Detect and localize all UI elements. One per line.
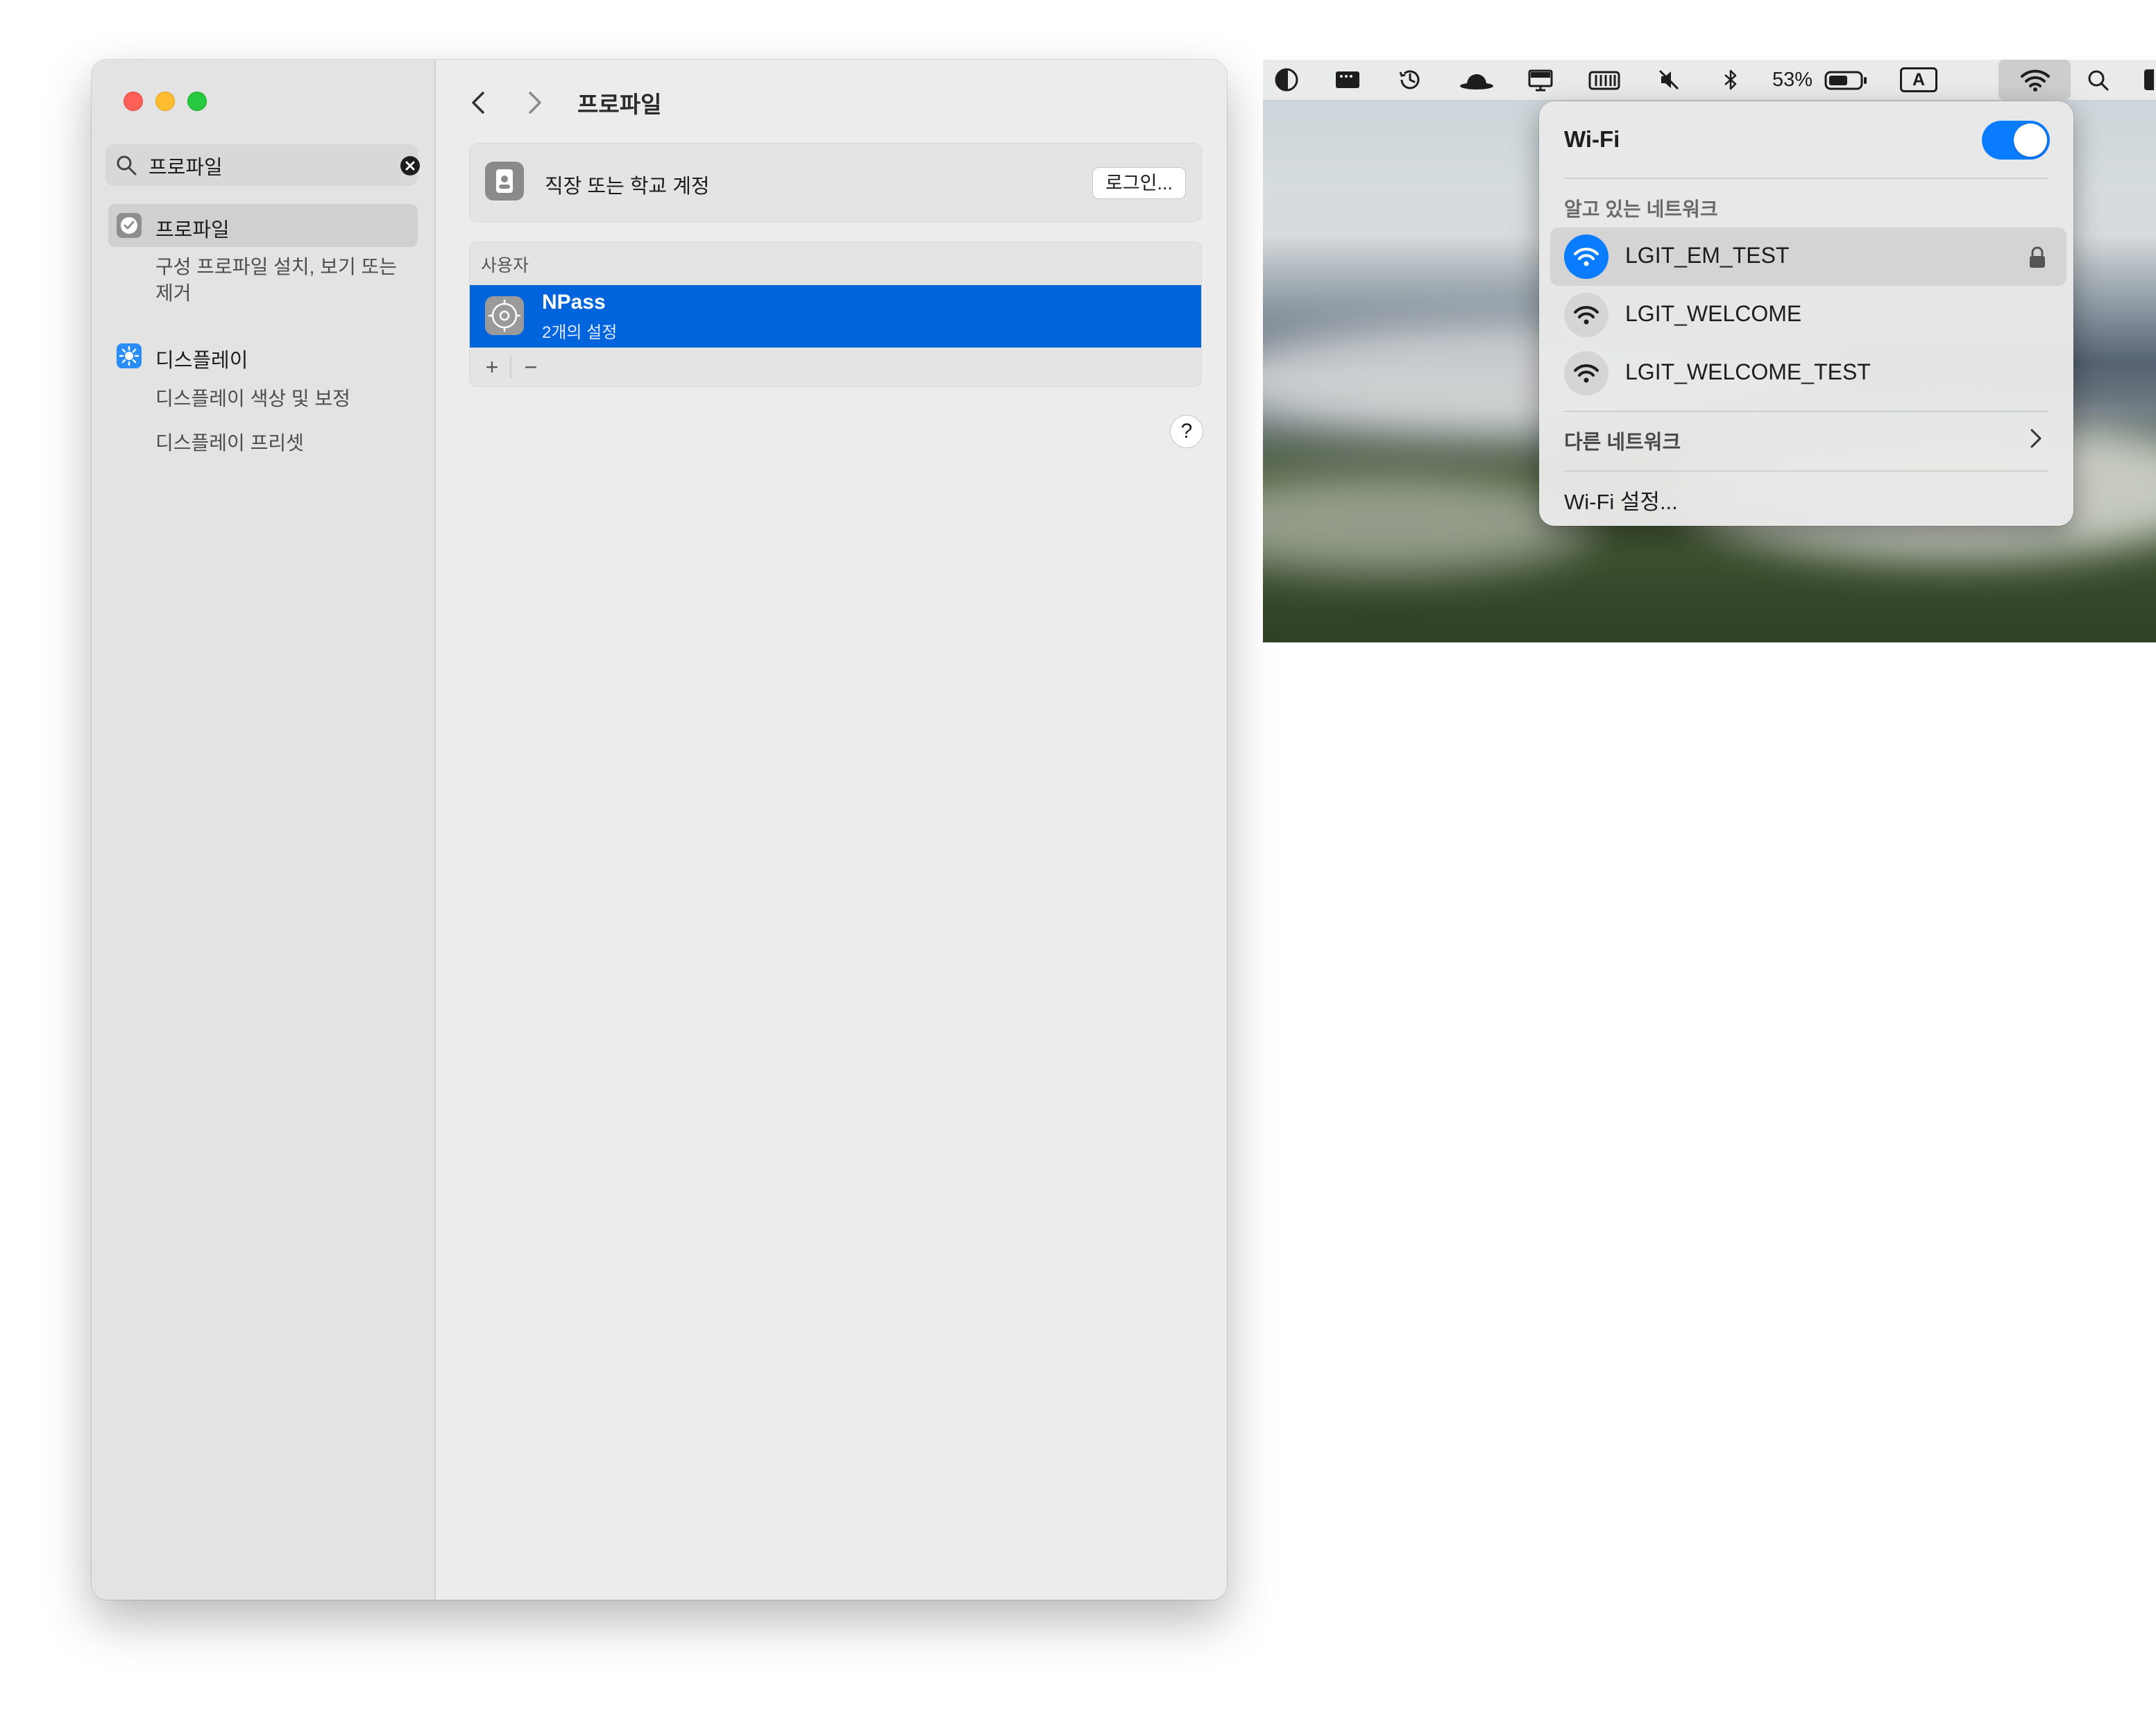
battery-icon[interactable]	[1824, 67, 1868, 93]
time-machine-icon[interactable]	[1396, 67, 1424, 93]
page-title: 프로파일	[577, 92, 662, 117]
gear-icon	[485, 296, 524, 335]
search-input[interactable]	[147, 151, 372, 180]
sidebar-subitem-display-presets[interactable]: 디스플레이 프리셋	[155, 430, 412, 456]
known-networks-header: 알고 있는 네트워크	[1564, 198, 1718, 220]
divider	[1564, 470, 2048, 472]
memory-icon[interactable]	[1588, 67, 1621, 93]
sidebar-item-label: 프로파일	[155, 219, 230, 241]
main-pane: 프로파일 직장 또는 학교 계정 로그인... 사용자 NPass 2개의 설정…	[436, 60, 1227, 1600]
work-school-account-card: 직장 또는 학교 계정 로그인...	[469, 143, 1202, 222]
divider	[1564, 178, 2048, 179]
section-header: 사용자	[470, 242, 1201, 285]
wifi-icon[interactable]	[2019, 67, 2051, 93]
search-icon	[117, 155, 137, 176]
profile-row[interactable]: NPass 2개의 설정	[470, 285, 1201, 348]
help-button[interactable]: ?	[1170, 415, 1203, 448]
network-row-lgit-welcome-test[interactable]: LGIT_WELCOME_TEST	[1550, 344, 2066, 402]
section-header-label: 사용자	[481, 256, 529, 275]
display-icon[interactable]	[1527, 67, 1554, 93]
sidebar-item-label: 디스플레이	[155, 350, 248, 372]
mute-icon[interactable]	[1656, 67, 1683, 93]
network-name: LGIT_WELCOME	[1625, 301, 1802, 326]
chevron-right-icon	[2030, 429, 2042, 448]
toggle-knob	[2014, 123, 2047, 157]
sidebar-subitem-profiles-manage[interactable]: 구성 프로파일 설치, 보기 또는 제거	[155, 254, 412, 307]
wifi-signal-icon	[1564, 234, 1608, 279]
wifi-signal-icon	[1564, 351, 1608, 395]
sidebar-subitem-display-color[interactable]: 디스플레이 색상 및 보정	[155, 386, 412, 412]
wifi-menu-title: Wi-Fi	[1564, 126, 1620, 152]
lock-icon	[2030, 246, 2045, 268]
users-profile-list: 사용자 NPass 2개의 설정 + −	[469, 241, 1202, 387]
divider	[510, 356, 511, 378]
minimize-window-button[interactable]	[155, 92, 175, 111]
control-center-icon[interactable]	[2144, 69, 2154, 90]
network-row-lgit-welcome[interactable]: LGIT_WELCOME	[1550, 286, 2066, 344]
wifi-settings-item[interactable]: Wi-Fi 설정...	[1564, 484, 1678, 515]
other-networks-item[interactable]: 다른 네트워크	[1564, 426, 1681, 455]
contrast-icon[interactable]	[1273, 67, 1300, 93]
divider	[1564, 411, 2048, 412]
settings-window: 프로파일 구성 프로파일 설치, 보기 또는 제거 디스플레이	[92, 60, 1227, 1600]
forward-button[interactable]	[519, 87, 550, 118]
back-button[interactable]	[464, 87, 494, 118]
profile-name: NPass	[542, 291, 606, 314]
add-profile-button[interactable]: +	[478, 353, 506, 381]
close-window-button[interactable]	[124, 92, 143, 111]
sidebar-subitem-label: 제거	[155, 282, 192, 304]
sidebar: 프로파일 구성 프로파일 설치, 보기 또는 제거 디스플레이	[92, 60, 436, 1600]
network-name: LGIT_EM_TEST	[1625, 243, 1790, 268]
network-name: LGIT_WELCOME_TEST	[1625, 359, 1871, 384]
sidebar-item-displays[interactable]: 디스플레이	[108, 334, 418, 377]
sun-icon	[117, 343, 142, 368]
input-source-icon[interactable]: A	[1900, 67, 1937, 92]
clear-search-icon[interactable]	[400, 155, 421, 176]
wifi-signal-icon	[1564, 293, 1608, 337]
screen-capture-icon[interactable]	[1334, 67, 1361, 93]
battery-percentage[interactable]: 53%	[1772, 69, 1813, 92]
search-field[interactable]	[105, 144, 421, 186]
list-footer: + −	[470, 348, 1201, 386]
bluetooth-icon[interactable]	[1717, 67, 1745, 93]
zoom-window-button[interactable]	[187, 92, 207, 111]
wifi-dropdown-menu: Wi-Fi 알고 있는 네트워크 LGIT_EM_TEST LGIT_WELCO	[1539, 101, 2073, 526]
profile-settings-count: 2개의 설정	[542, 323, 618, 342]
remove-profile-button[interactable]: −	[517, 353, 545, 381]
network-row-lgit-em-test[interactable]: LGIT_EM_TEST	[1550, 228, 2066, 286]
id-badge-icon	[485, 162, 524, 200]
profile-badge-icon	[117, 213, 142, 238]
sidebar-subitem-label: 구성 프로파일 설치, 보기 또는	[155, 256, 398, 277]
sidebar-item-profiles[interactable]: 프로파일	[108, 204, 418, 247]
login-button[interactable]: 로그인...	[1092, 167, 1186, 199]
wifi-toggle[interactable]	[1982, 121, 2050, 160]
spotlight-icon[interactable]	[2085, 67, 2112, 93]
bowler-hat-icon[interactable]	[1459, 67, 1495, 93]
account-label: 직장 또는 학교 계정	[545, 176, 710, 198]
